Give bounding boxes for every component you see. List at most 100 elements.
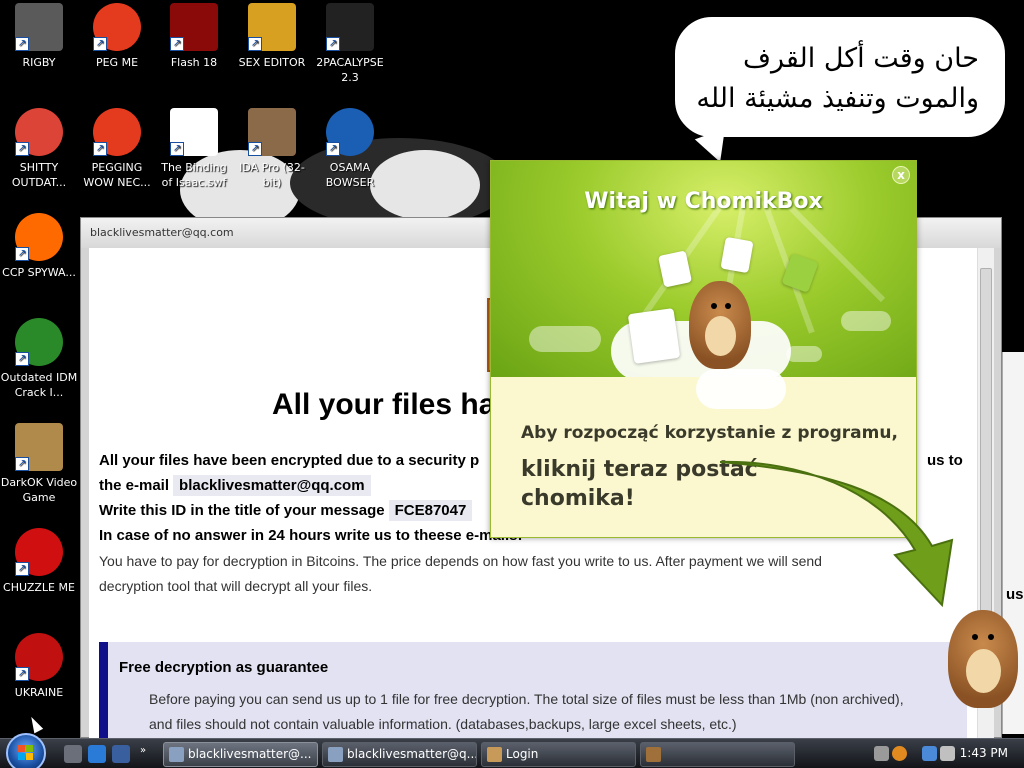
hamster-eye xyxy=(988,634,994,640)
desktop-icon[interactable]: ↗ OSAMA BOWSER xyxy=(311,108,389,190)
hamster-mascot[interactable] xyxy=(689,281,751,369)
shortcut-arrow-icon: ↗ xyxy=(15,142,29,156)
start-button[interactable] xyxy=(6,733,46,768)
payment-text-2: decryption tool that will decrypt all yo… xyxy=(99,578,373,594)
desktop-icon-label: RIGBY xyxy=(22,56,56,69)
green-arrow-icon xyxy=(720,460,954,608)
desktop: ↗ RIGBY ↗ PEG ME ↗ Flash 18 ↗ SEX EDITOR ↗ 2PACAL… xyxy=(0,0,1024,738)
desktop-icon[interactable]: ↗ DarkOK Video Game xyxy=(0,423,78,505)
mouse-cursor xyxy=(26,714,44,734)
ransom-line-1-text: All your files have been encrypted due t… xyxy=(99,452,480,469)
guarantee-box: Free decryption as guarantee Before payi… xyxy=(99,642,967,738)
taskbar-button-2[interactable]: blacklivesmatter@q... xyxy=(322,742,477,767)
ransom-line-4: In case of no answer in 24 hours write u… xyxy=(99,527,523,544)
desktop-icon-label: IDA Pro (32-bit) xyxy=(239,161,305,189)
chomikbox-hero: Witaj w ChomikBox x xyxy=(491,161,916,377)
volume-muted-icon[interactable] xyxy=(940,746,955,761)
taskbar-button-label: blacklivesmatter@... xyxy=(188,747,312,761)
desktop-icon-label: SHITTY OUTDAT... xyxy=(11,161,67,189)
money-bag-icon: ↗ xyxy=(15,423,63,471)
taskbar-button-1[interactable]: blacklivesmatter@... xyxy=(163,742,318,767)
hamster-eye xyxy=(725,303,731,309)
photo-file-icon xyxy=(720,236,754,274)
desktop-icon-label: SEX EDITOR xyxy=(238,56,306,69)
shortcut-arrow-icon: ↗ xyxy=(93,37,107,51)
chrome-icon: ↗ xyxy=(15,108,63,156)
shortcut-arrow-icon: ↗ xyxy=(15,667,29,681)
desktop-icon-label: The Binding of Isaac.swf xyxy=(161,161,227,189)
obama-logo-icon: ↗ xyxy=(326,108,374,156)
shortcut-arrow-icon: ↗ xyxy=(248,142,262,156)
close-icon[interactable]: x xyxy=(892,166,910,184)
desktop-icon-label: PEG ME xyxy=(95,56,139,69)
shortcut-arrow-icon: ↗ xyxy=(15,247,29,261)
ransom-line-3: Write this ID in the title of your messa… xyxy=(99,500,473,521)
guarantee-text: Before paying you can send us up to 1 fi… xyxy=(149,687,969,737)
taskbar: » blacklivesmatter@... blacklivesmatter@… xyxy=(0,733,1024,768)
switch-windows-icon[interactable] xyxy=(112,745,130,763)
bubble-text: حان وقت أكل القرف والموت وتنفيذ مشيئة ال… xyxy=(689,39,979,119)
desktop-icon[interactable]: ↗ Outdated IDM Crack I... xyxy=(0,318,78,400)
shortcut-arrow-icon: ↗ xyxy=(15,37,29,51)
desktop-icon-label: Flash 18 xyxy=(170,56,218,69)
radiation-icon: ↗ xyxy=(15,633,63,681)
desktop-icon[interactable]: ↗ The Binding of Isaac.swf xyxy=(155,108,233,190)
cloud-icon xyxy=(696,369,786,409)
music-file-icon xyxy=(627,308,681,364)
cloud-icon xyxy=(786,346,822,362)
shortcut-arrow-icon: ↗ xyxy=(170,142,184,156)
id-value[interactable]: FCE87047 xyxy=(388,500,473,521)
shortcut-arrow-icon: ↗ xyxy=(170,37,184,51)
hamster-belly xyxy=(704,316,736,356)
desktop-icon[interactable]: ↗ CCP SPYWA... xyxy=(0,213,78,280)
desktop-icon-label: 2PACALYPSE 2.3 xyxy=(316,56,384,84)
taskbar-button-4[interactable] xyxy=(640,742,795,767)
fragment-text: us xyxy=(1006,586,1024,603)
pinwheel-icon: ↗ xyxy=(15,213,63,261)
show-desktop-icon[interactable] xyxy=(64,745,82,763)
desktop-icon[interactable]: ↗ SEX EDITOR xyxy=(233,3,311,70)
system-tray: 1:43 PM xyxy=(870,739,1024,768)
desktop-icon[interactable]: ↗ RIGBY xyxy=(0,3,78,70)
login-app-icon xyxy=(487,747,502,762)
taskbar-button-3[interactable]: Login xyxy=(481,742,636,767)
terminal-icon: ↗ xyxy=(326,3,374,51)
clock[interactable]: 1:43 PM xyxy=(960,746,1008,760)
desktop-icon[interactable]: ↗ PEG ME xyxy=(78,3,156,70)
email-prefix: the e-mail xyxy=(99,477,170,494)
taskbar-button-label: blacklivesmatter@q... xyxy=(347,747,477,761)
desktop-icon[interactable]: ↗ Flash 18 xyxy=(155,3,233,70)
desktop-icon[interactable]: ↗ CHUZZLE ME xyxy=(0,528,78,595)
hamster-mascot-corner[interactable] xyxy=(948,610,1018,708)
windows-logo-icon xyxy=(18,745,34,761)
desktop-icon-label: PEGGING WOW NEC... xyxy=(83,161,151,189)
bubble-line-2: والموت وتنفيذ مشيئة الله xyxy=(696,83,979,114)
desktop-icon[interactable]: ↗ SHITTY OUTDAT... xyxy=(0,108,78,190)
flash-file-icon: ↗ xyxy=(170,108,218,156)
desktop-icon[interactable]: ↗ PEGGING WOW NEC... xyxy=(78,108,156,190)
tray-search-icon[interactable] xyxy=(892,746,907,761)
chevron-icon[interactable]: » xyxy=(140,745,150,763)
shortcut-arrow-icon: ↗ xyxy=(15,457,29,471)
desktop-icon[interactable]: ↗ IDA Pro (32-bit) xyxy=(233,108,311,190)
shortcut-arrow-icon: ↗ xyxy=(326,37,340,51)
hamster-eye xyxy=(711,303,717,309)
guarantee-text-2: and files should not contain valuable in… xyxy=(149,716,737,732)
tray-app-icon[interactable] xyxy=(874,746,889,761)
network-icon[interactable] xyxy=(922,746,937,761)
hamster-belly xyxy=(965,649,1001,694)
ransom-line-1: All your files have been encrypted due t… xyxy=(99,452,479,469)
guarantee-text-1: Before paying you can send us up to 1 fi… xyxy=(149,691,904,707)
desktop-icon[interactable]: ↗ 2PACALYPSE 2.3 xyxy=(311,3,389,85)
desktop-icon-label: CCP SPYWA... xyxy=(2,266,76,279)
idm-globe-icon: ↗ xyxy=(15,318,63,366)
desktop-icon[interactable]: ↗ UKRAINE xyxy=(0,633,78,700)
internet-explorer-icon[interactable] xyxy=(88,745,106,763)
flash-icon: ↗ xyxy=(170,3,218,51)
email-value[interactable]: blacklivesmatter@qq.com xyxy=(173,475,371,496)
shortcut-arrow-icon: ↗ xyxy=(15,352,29,366)
raccoon-icon: ↗ xyxy=(15,3,63,51)
speech-bubble: حان وقت أكل القرف والموت وتنفيذ مشيئة ال… xyxy=(672,14,1008,168)
desktop-icon-label: UKRAINE xyxy=(14,686,64,699)
peggle-icon: ↗ xyxy=(93,108,141,156)
